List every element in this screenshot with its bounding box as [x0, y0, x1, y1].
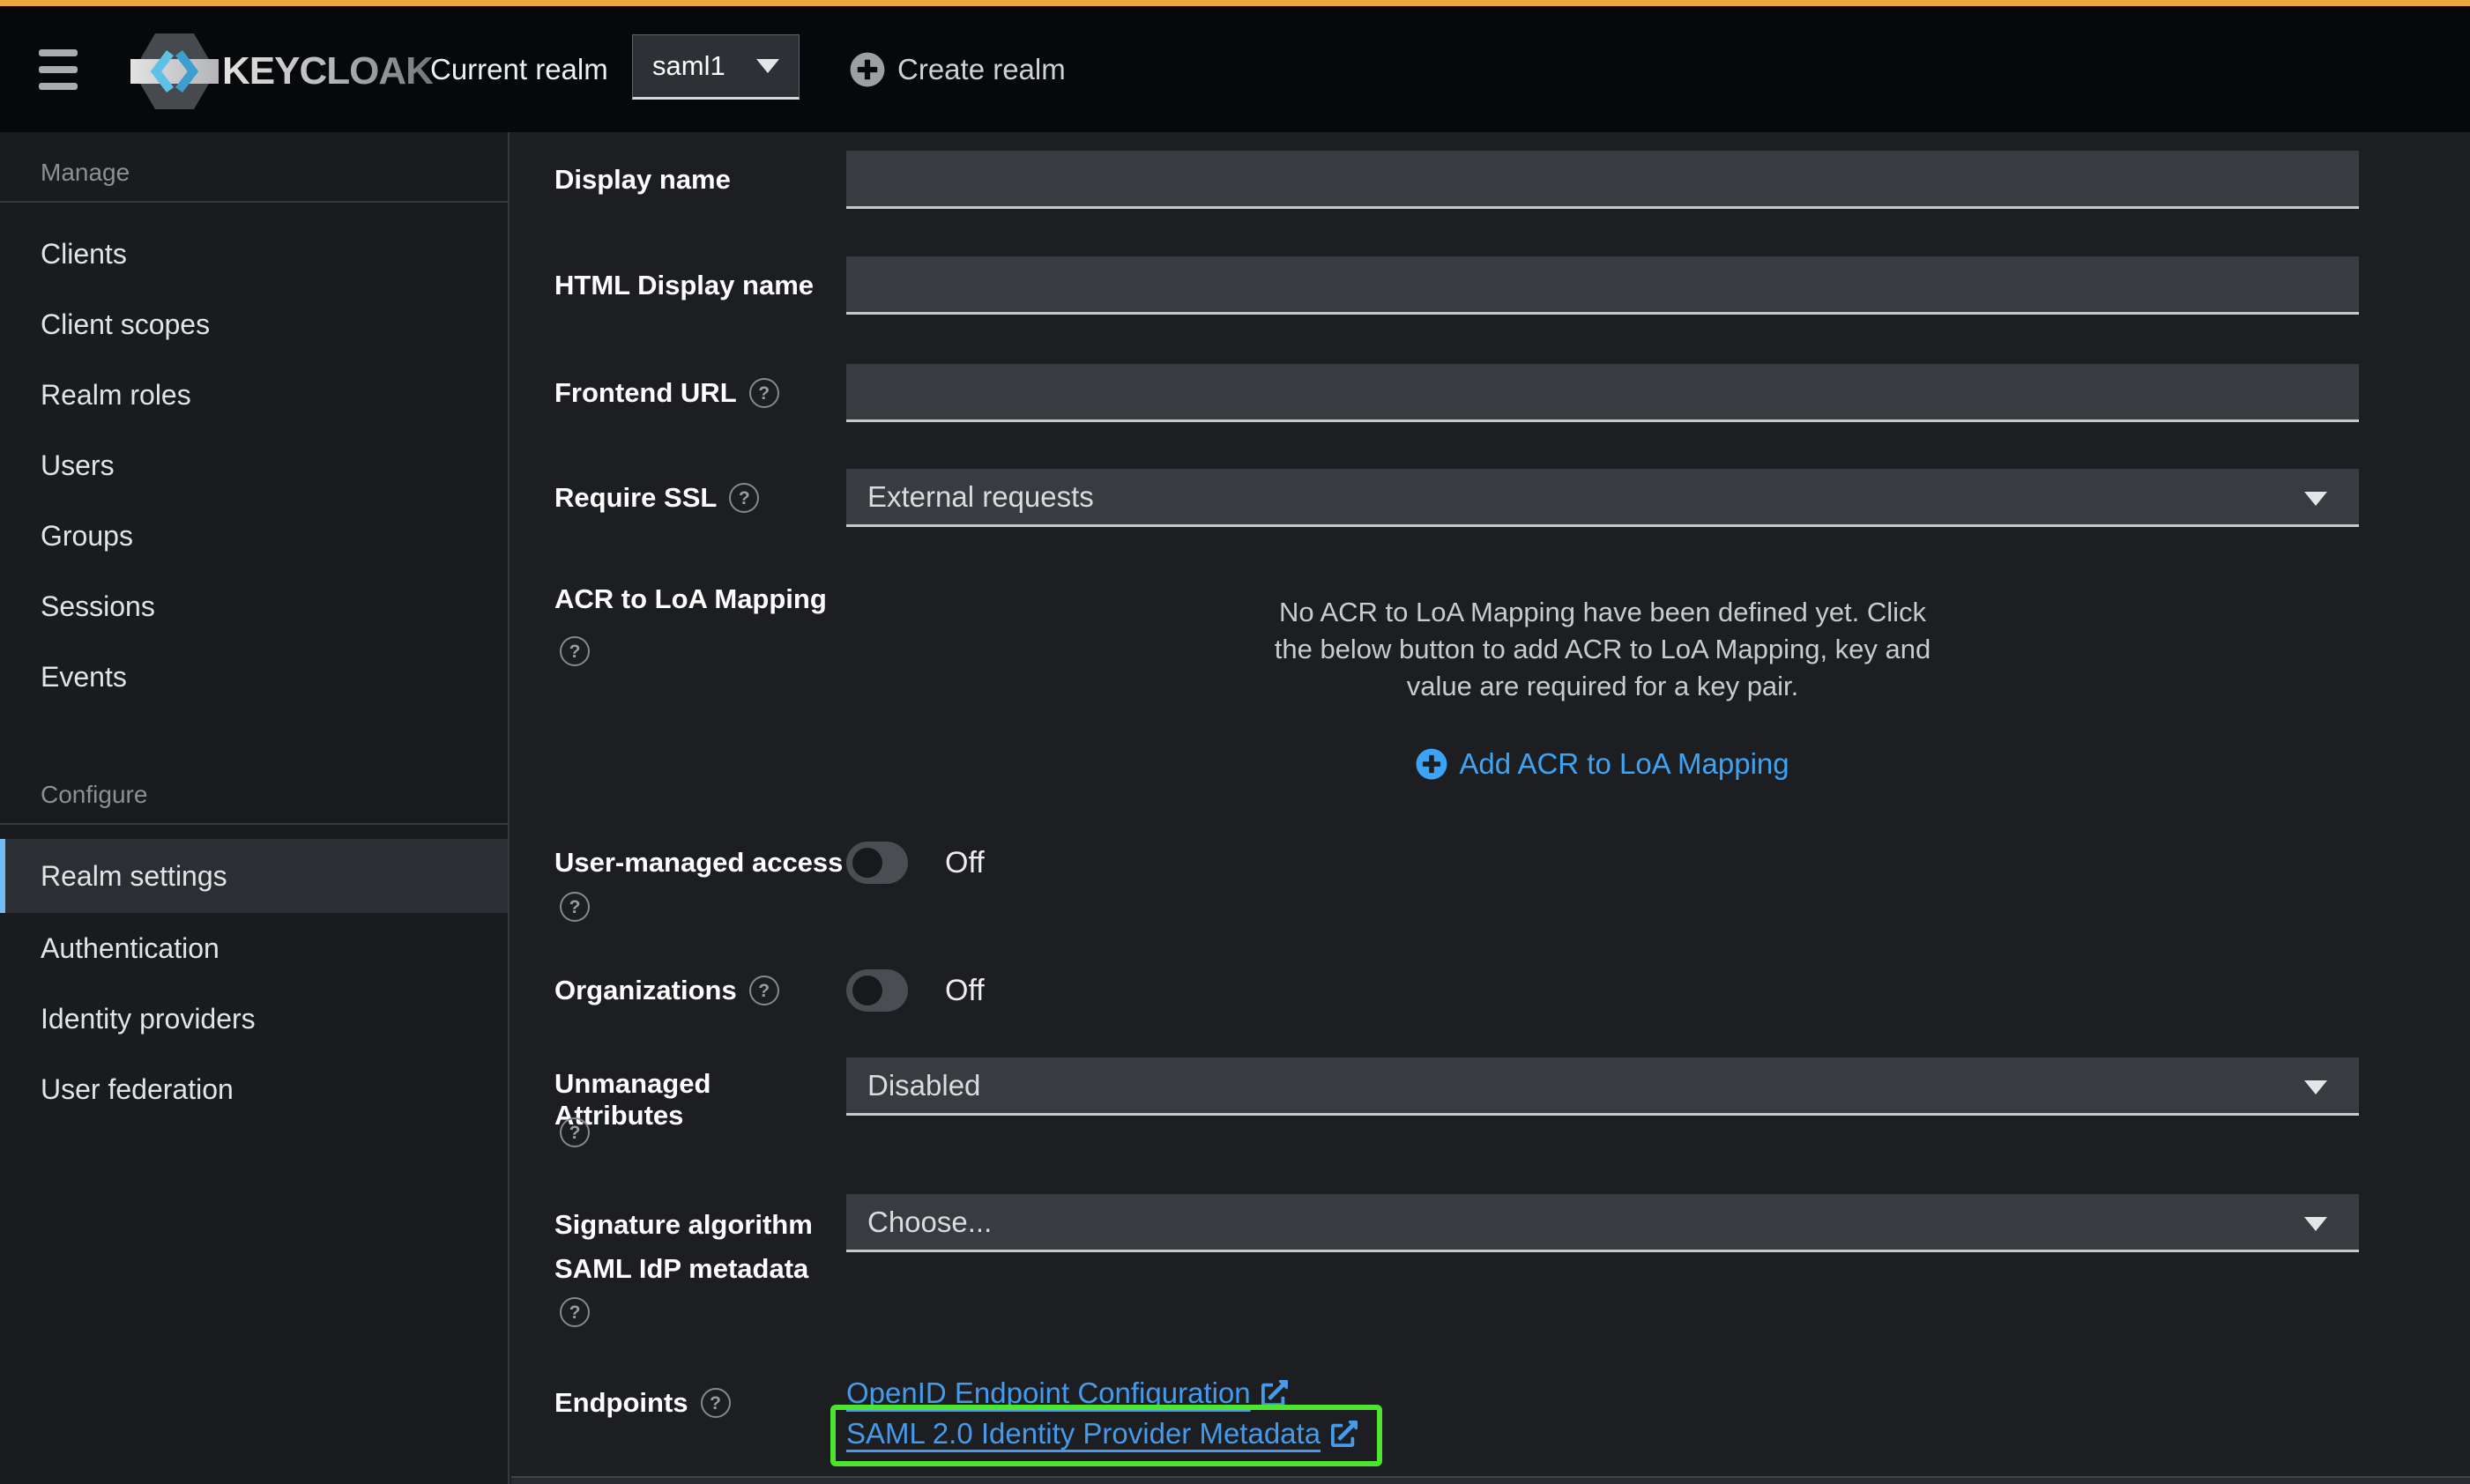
acr-empty-state-text: No ACR to LoA Mapping have been defined … [846, 594, 2359, 705]
caret-down-icon [2304, 1217, 2327, 1231]
saml-identity-provider-metadata-link[interactable]: SAML 2.0 Identity Provider Metadata [846, 1417, 1358, 1451]
organizations-label: Organizations [554, 969, 737, 1012]
add-acr-to-loa-button[interactable]: Add ACR to LoA Mapping [1416, 747, 1789, 781]
help-icon[interactable]: ? [560, 636, 590, 666]
help-icon[interactable]: ? [729, 483, 759, 513]
endpoints-label: Endpoints [554, 1387, 688, 1419]
signature-algorithm-select[interactable]: Choose... [846, 1194, 2359, 1252]
user-managed-access-label: User-managed access [554, 842, 846, 884]
sidebar: Manage Clients Client scopes Realm roles… [0, 132, 510, 1484]
add-acr-wrap: Add ACR to LoA Mapping [846, 747, 2359, 781]
organizations-label-row: Organizations ? [554, 969, 846, 1012]
divider [0, 201, 508, 203]
configure-nav: Realm settings Authentication Identity p… [0, 839, 508, 1124]
user-managed-access-state: Off [945, 842, 985, 884]
realm-selector[interactable]: saml1 [632, 34, 800, 100]
realm-settings-form: Display name HTML Display name Frontend … [511, 132, 2470, 1484]
help-icon[interactable]: ? [749, 378, 779, 408]
plus-circle-icon [850, 52, 885, 87]
html-display-name-input[interactable] [846, 256, 2359, 315]
create-realm-button[interactable]: Create realm [850, 6, 1066, 132]
masthead: KEYCLOAK Current realm saml1 Create real… [0, 6, 2470, 132]
sidebar-item-events[interactable]: Events [0, 642, 508, 712]
unmanaged-attributes-label: Unmanaged Attributes [554, 1068, 846, 1132]
unmanaged-attributes-select[interactable]: Disabled [846, 1057, 2359, 1116]
html-display-name-label: HTML Display name [554, 256, 846, 315]
caret-down-icon [2304, 1080, 2327, 1094]
keycloak-logo-icon [130, 29, 219, 114]
user-managed-access-toggle[interactable] [846, 842, 908, 884]
top-accent-bar [0, 0, 2470, 6]
help-icon[interactable]: ? [560, 1297, 590, 1327]
require-ssl-label: Require SSL [554, 469, 717, 527]
sidebar-item-realm-roles[interactable]: Realm roles [0, 360, 508, 430]
require-ssl-label-row: Require SSL ? [554, 469, 846, 527]
sidebar-item-identity-providers[interactable]: Identity providers [0, 983, 508, 1054]
endpoints-label-row: Endpoints ? [554, 1387, 846, 1419]
realm-selector-value: saml1 [652, 50, 725, 82]
manage-nav: Clients Client scopes Realm roles Users … [0, 219, 508, 712]
sidebar-item-users[interactable]: Users [0, 430, 508, 501]
help-icon[interactable]: ? [701, 1388, 731, 1418]
caret-down-icon [756, 59, 779, 73]
signature-algorithm-label: Signature algorithm SAML IdP metadata [554, 1203, 846, 1291]
frontend-url-label-row: Frontend URL ? [554, 364, 846, 422]
acr-to-loa-label: ACR to LoA Mapping [554, 583, 846, 615]
sidebar-group-manage: Manage [0, 132, 508, 201]
hamburger-menu-icon[interactable] [39, 49, 79, 90]
action-bar-edge [511, 1476, 2470, 1484]
sidebar-item-sessions[interactable]: Sessions [0, 571, 508, 642]
require-ssl-select[interactable]: External requests [846, 469, 2359, 527]
sidebar-item-groups[interactable]: Groups [0, 501, 508, 571]
plus-circle-icon [1416, 748, 1447, 780]
sidebar-item-clients[interactable]: Clients [0, 219, 508, 289]
help-icon[interactable]: ? [560, 892, 590, 922]
keycloak-logo[interactable]: KEYCLOAK [130, 29, 433, 114]
frontend-url-input[interactable] [846, 364, 2359, 422]
external-link-icon [1331, 1421, 1358, 1447]
frontend-url-label: Frontend URL [554, 364, 737, 422]
sidebar-item-user-federation[interactable]: User federation [0, 1054, 508, 1124]
display-name-label: Display name [554, 151, 846, 209]
current-realm-label: Current realm [430, 6, 608, 132]
caret-down-icon [2304, 492, 2327, 506]
sidebar-group-configure: Configure [0, 712, 508, 823]
sidebar-item-authentication[interactable]: Authentication [0, 913, 508, 983]
help-icon[interactable]: ? [749, 976, 779, 1005]
display-name-input[interactable] [846, 151, 2359, 209]
organizations-toggle[interactable] [846, 969, 908, 1012]
organizations-state: Off [945, 969, 985, 1012]
divider [0, 823, 508, 825]
external-link-icon [1261, 1380, 1288, 1406]
brand-text: KEYCLOAK [222, 49, 433, 93]
sidebar-item-client-scopes[interactable]: Client scopes [0, 289, 508, 360]
sidebar-item-realm-settings[interactable]: Realm settings [0, 839, 508, 913]
help-icon[interactable]: ? [560, 1117, 590, 1147]
highlight-annotation-box: SAML 2.0 Identity Provider Metadata [830, 1405, 1382, 1466]
